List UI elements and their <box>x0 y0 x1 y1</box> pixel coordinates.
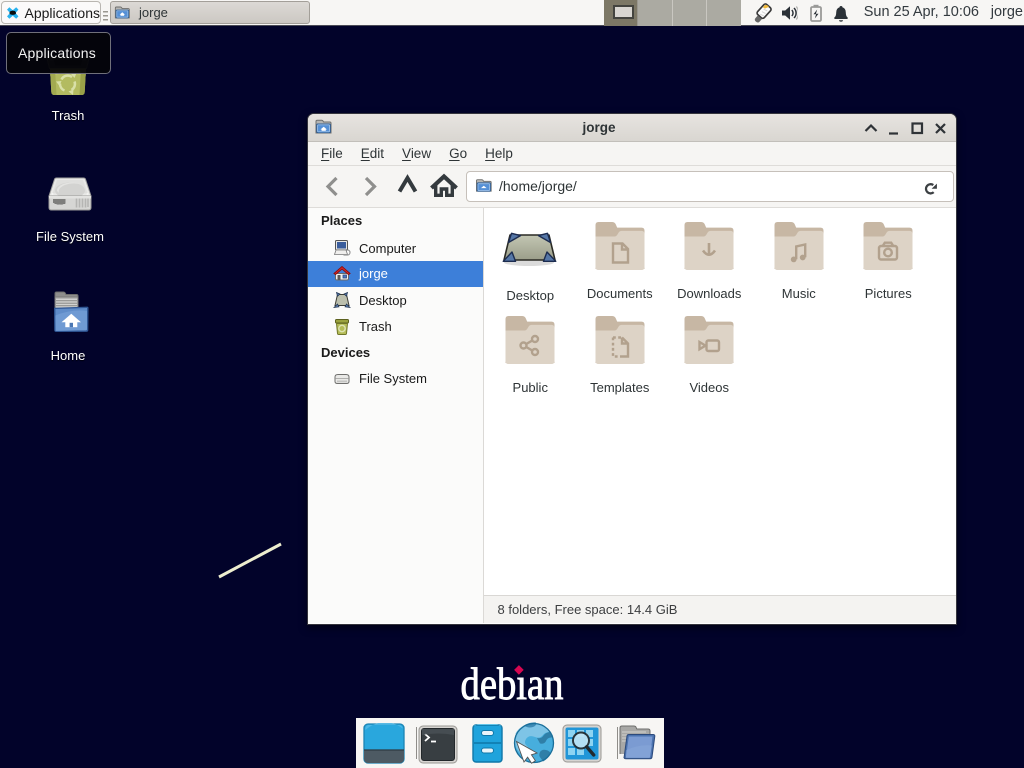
svg-text:debıan: debıan <box>461 659 564 709</box>
